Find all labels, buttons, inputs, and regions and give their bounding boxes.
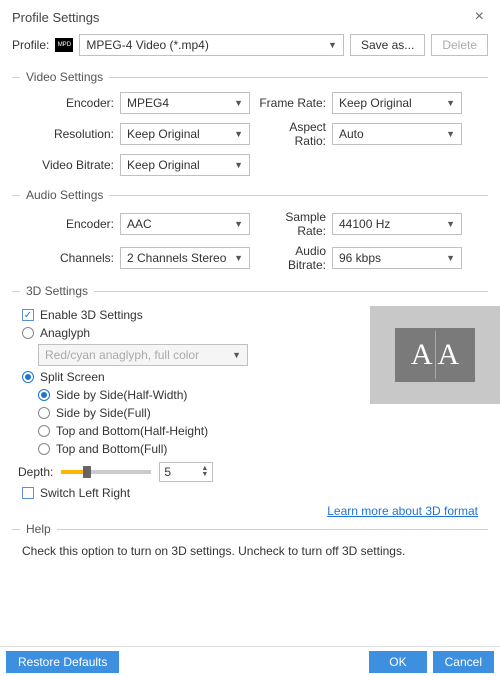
anaglyph-mode-select: Red/cyan anaglyph, full color ▼ bbox=[38, 344, 248, 366]
chevron-down-icon: ▼ bbox=[232, 350, 241, 360]
chevron-down-icon: ▼ bbox=[234, 129, 243, 139]
sample-rate-label: Sample Rate: bbox=[256, 210, 326, 238]
tab-full-radio[interactable]: Top and Bottom(Full) bbox=[38, 442, 478, 456]
profile-label: Profile: bbox=[12, 38, 49, 52]
resolution-label: Resolution: bbox=[22, 127, 114, 141]
video-encoder-label: Encoder: bbox=[22, 96, 114, 110]
video-section-header: Video Settings bbox=[12, 70, 488, 84]
radio-icon bbox=[38, 407, 50, 419]
chevron-down-icon: ▼ bbox=[446, 129, 455, 139]
chevron-down-icon: ▼ bbox=[328, 40, 337, 50]
format-icon: MPD bbox=[55, 38, 73, 52]
save-as-button[interactable]: Save as... bbox=[350, 34, 425, 56]
depth-label: Depth: bbox=[18, 465, 53, 479]
profile-row: Profile: MPD MPEG-4 Video (*.mp4) ▼ Save… bbox=[0, 30, 500, 62]
spinner-arrows-icon[interactable]: ▲▼ bbox=[201, 466, 208, 478]
chevron-down-icon: ▼ bbox=[446, 219, 455, 229]
video-bitrate-select[interactable]: Keep Original▼ bbox=[120, 154, 250, 176]
checkbox-checked-icon: ✓ bbox=[22, 309, 34, 321]
chevron-down-icon: ▼ bbox=[446, 253, 455, 263]
channels-label: Channels: bbox=[22, 251, 114, 265]
resolution-select[interactable]: Keep Original▼ bbox=[120, 123, 250, 145]
depth-row: Depth: 5 ▲▼ bbox=[18, 462, 478, 482]
dialog-title: Profile Settings bbox=[12, 10, 99, 25]
video-bitrate-label: Video Bitrate: bbox=[22, 158, 114, 172]
audio-settings-grid: Encoder: AAC▼ Sample Rate: 44100 Hz▼ Cha… bbox=[0, 204, 500, 276]
switch-lr-checkbox[interactable]: ✓ Switch Left Right bbox=[22, 486, 478, 500]
radio-icon bbox=[38, 443, 50, 455]
radio-icon bbox=[38, 425, 50, 437]
aspect-ratio-select[interactable]: Auto▼ bbox=[332, 123, 462, 145]
depth-spinbox[interactable]: 5 ▲▼ bbox=[159, 462, 213, 482]
sbs-full-radio[interactable]: Side by Side(Full) bbox=[38, 406, 478, 420]
close-icon[interactable]: × bbox=[471, 8, 488, 26]
slider-thumb-icon[interactable] bbox=[83, 466, 91, 478]
chevron-down-icon: ▼ bbox=[234, 253, 243, 263]
depth-slider[interactable] bbox=[61, 470, 151, 474]
chevron-down-icon: ▼ bbox=[446, 98, 455, 108]
radio-icon bbox=[22, 327, 34, 339]
tab-half-radio[interactable]: Top and Bottom(Half-Height) bbox=[38, 424, 478, 438]
3d-settings: ✓ Enable 3D Settings Anaglyph Red/cyan a… bbox=[0, 300, 500, 504]
audio-encoder-select[interactable]: AAC▼ bbox=[120, 213, 250, 235]
audio-encoder-label: Encoder: bbox=[22, 217, 114, 231]
profile-select-value: MPEG-4 Video (*.mp4) bbox=[86, 38, 209, 52]
3d-preview: A A bbox=[370, 306, 500, 404]
sample-rate-select[interactable]: 44100 Hz▼ bbox=[332, 213, 462, 235]
3d-section-header: 3D Settings bbox=[12, 284, 488, 298]
title-bar: Profile Settings × bbox=[0, 0, 500, 30]
video-encoder-select[interactable]: MPEG4▼ bbox=[120, 92, 250, 114]
chevron-down-icon: ▼ bbox=[234, 98, 243, 108]
radio-selected-icon bbox=[22, 371, 34, 383]
delete-button: Delete bbox=[431, 34, 488, 56]
cancel-button[interactable]: Cancel bbox=[433, 651, 494, 673]
frame-rate-select[interactable]: Keep Original▼ bbox=[332, 92, 462, 114]
help-section-header: Help bbox=[12, 522, 488, 536]
chevron-down-icon: ▼ bbox=[234, 219, 243, 229]
audio-bitrate-select[interactable]: 96 kbps▼ bbox=[332, 247, 462, 269]
audio-bitrate-label: Audio Bitrate: bbox=[256, 244, 326, 272]
bottom-bar: Restore Defaults OK Cancel bbox=[0, 646, 500, 676]
audio-section-header: Audio Settings bbox=[12, 188, 488, 202]
help-text: Check this option to turn on 3D settings… bbox=[0, 538, 500, 564]
restore-defaults-button[interactable]: Restore Defaults bbox=[6, 651, 119, 673]
checkbox-unchecked-icon: ✓ bbox=[22, 487, 34, 499]
radio-selected-icon bbox=[38, 389, 50, 401]
chevron-down-icon: ▼ bbox=[234, 160, 243, 170]
ok-button[interactable]: OK bbox=[369, 651, 426, 673]
profile-select[interactable]: MPEG-4 Video (*.mp4) ▼ bbox=[79, 34, 344, 56]
aspect-ratio-label: Aspect Ratio: bbox=[256, 120, 326, 148]
video-settings-grid: Encoder: MPEG4▼ Frame Rate: Keep Origina… bbox=[0, 86, 500, 180]
learn-more-link[interactable]: Learn more about 3D format bbox=[327, 504, 478, 518]
channels-select[interactable]: 2 Channels Stereo▼ bbox=[120, 247, 250, 269]
frame-rate-label: Frame Rate: bbox=[256, 96, 326, 110]
